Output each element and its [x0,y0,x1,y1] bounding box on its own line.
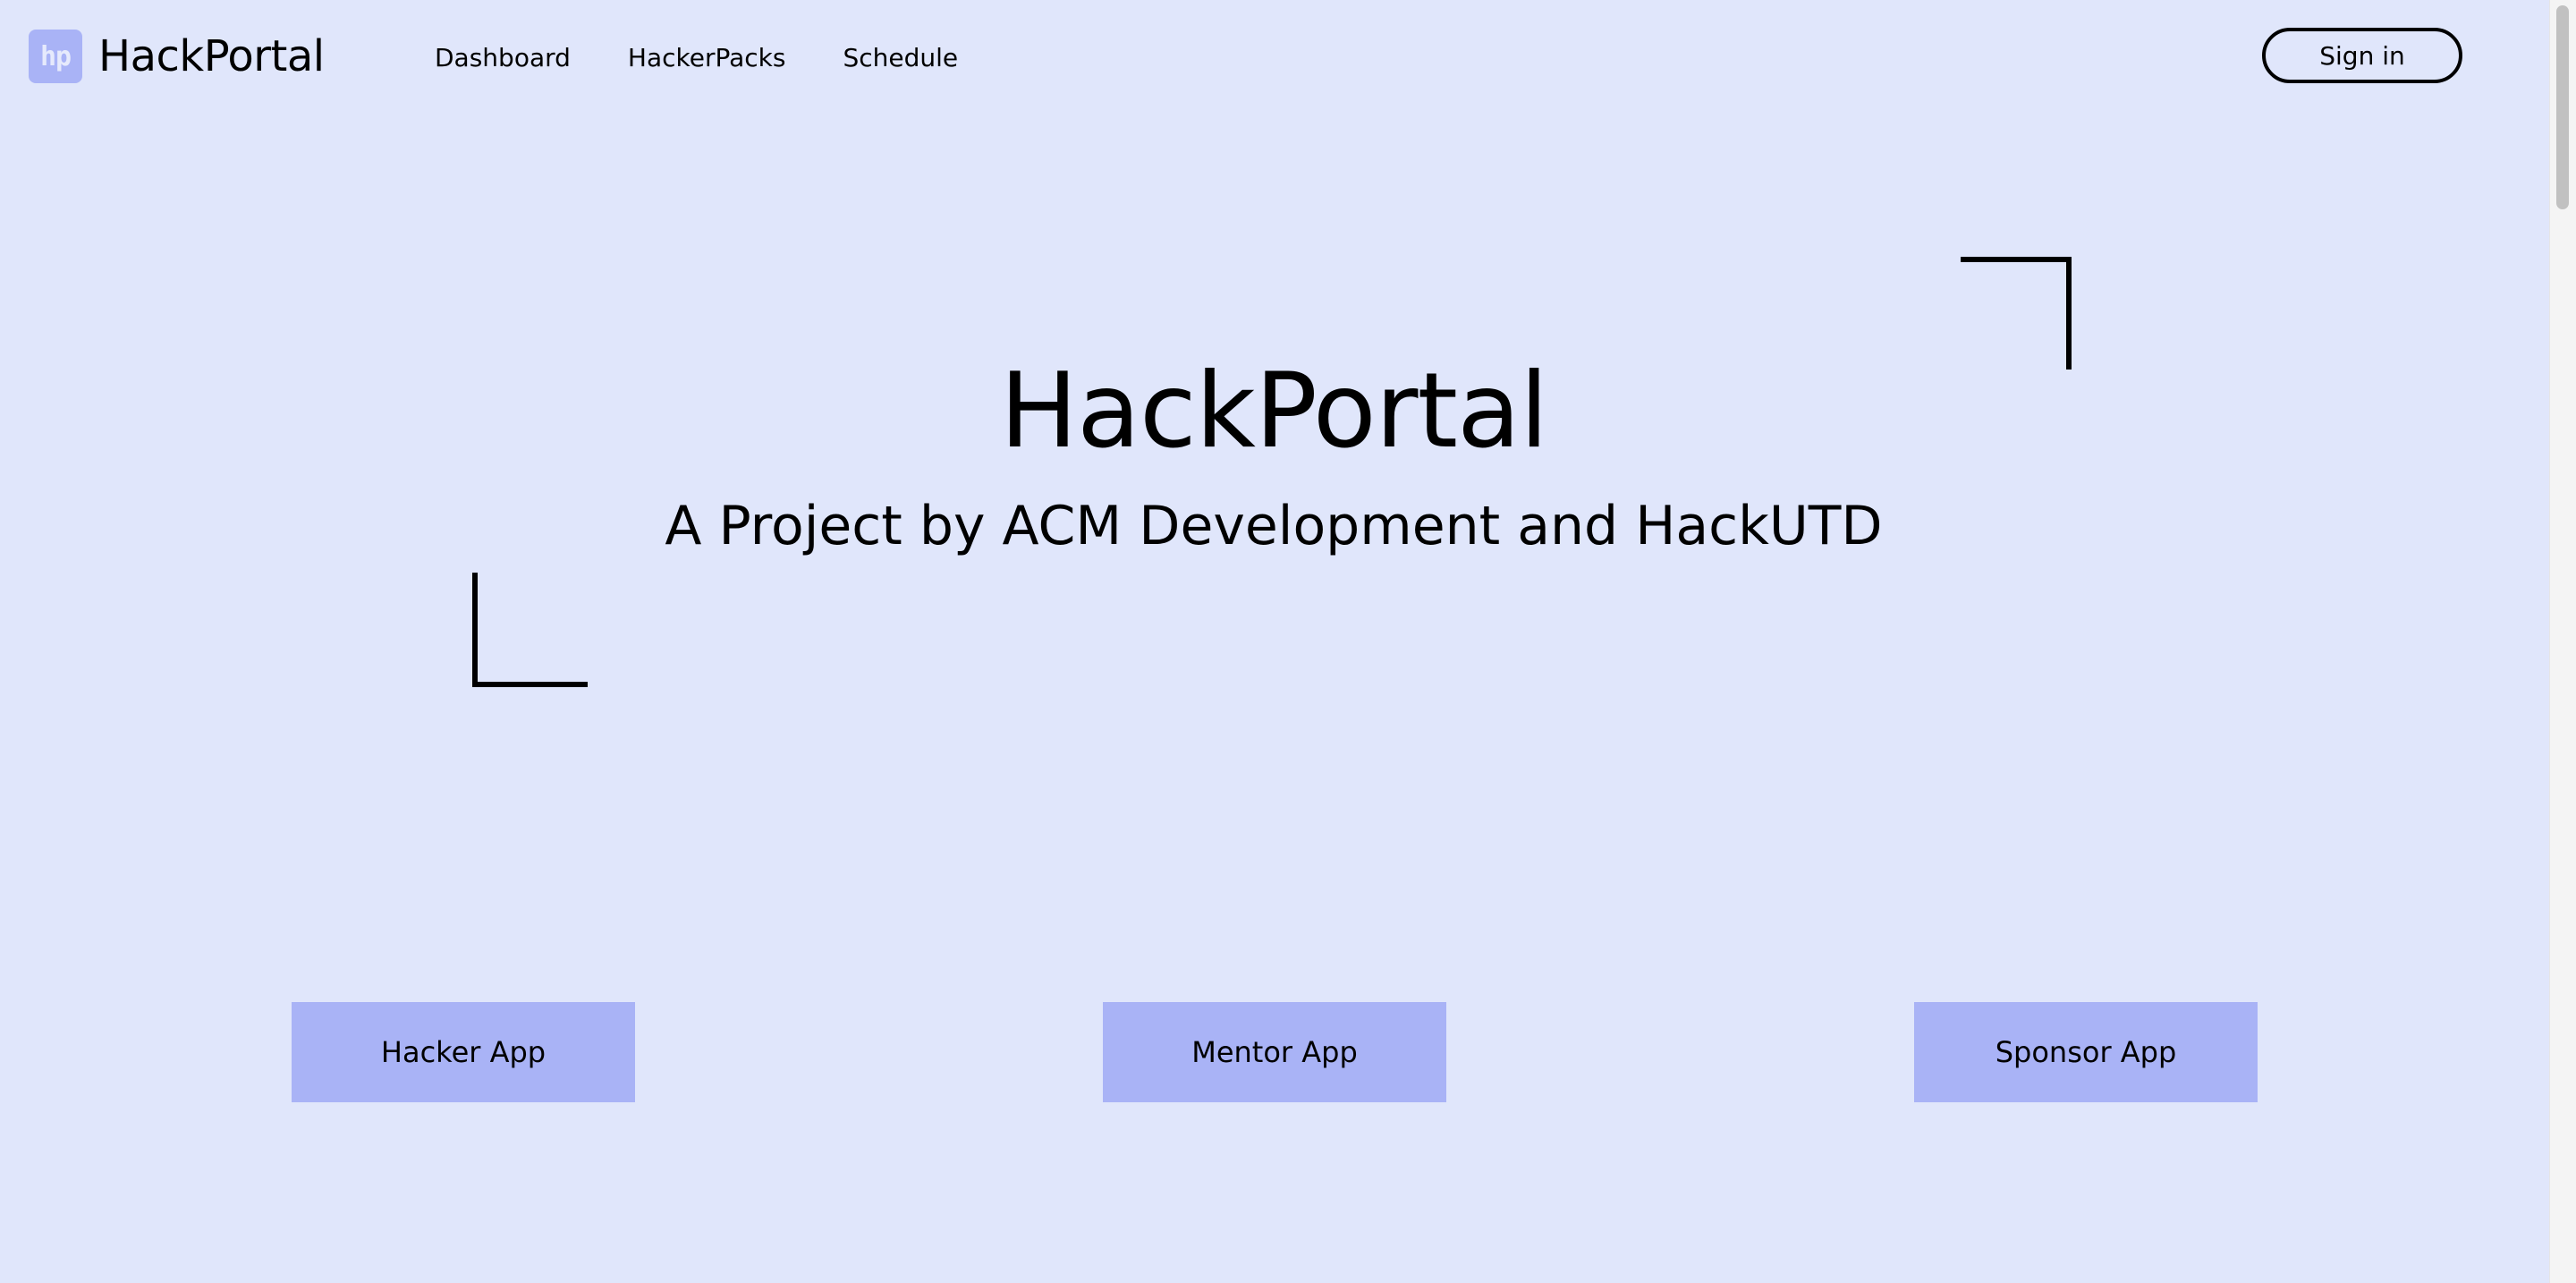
sponsor-app-button[interactable]: Sponsor App [1914,1002,2258,1102]
hero-subtitle: A Project by ACM Development and HackUTD [665,495,1883,557]
sign-in-button[interactable]: Sign in [2262,28,2462,83]
page: hp HackPortal Dashboard HackerPacks Sche… [0,0,2576,1283]
main-nav: Dashboard HackerPacks Schedule [435,30,1015,84]
vertical-scrollbar[interactable] [2549,0,2576,1283]
nav-schedule[interactable]: Schedule [843,43,958,72]
hacker-app-button[interactable]: Hacker App [292,1002,635,1102]
hero-title: HackPortal [999,351,1549,472]
nav-hackerpacks[interactable]: HackerPacks [628,43,786,72]
decorative-corner-bottom-left [472,573,588,687]
brand-logo[interactable]: hp HackPortal [29,29,325,84]
brand-name: HackPortal [98,31,325,81]
nav-dashboard[interactable]: Dashboard [435,43,571,72]
scrollbar-thumb[interactable] [2556,5,2569,209]
logo-icon: hp [29,30,82,83]
mentor-app-button[interactable]: Mentor App [1103,1002,1446,1102]
